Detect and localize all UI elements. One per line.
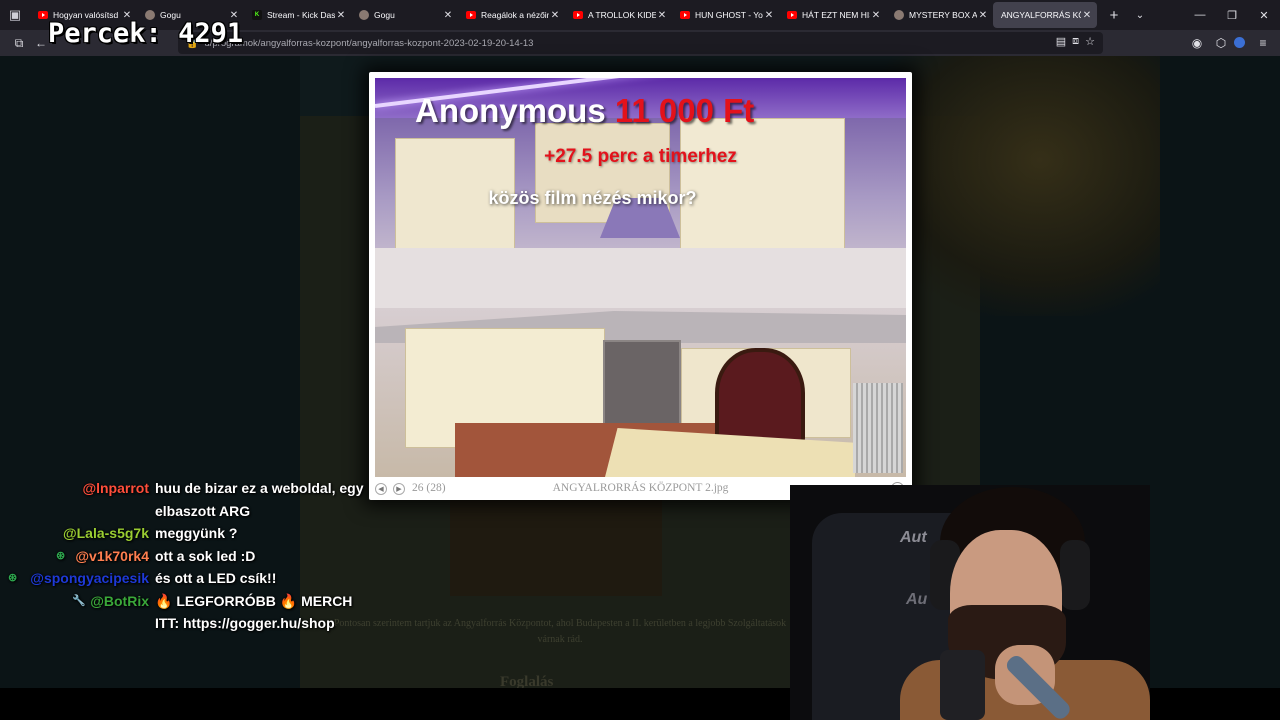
youtube-icon <box>466 11 476 19</box>
tab-title: ANGYALFORRÁS KÖZPO <box>1001 10 1081 20</box>
tab-overview-icon[interactable]: ▣ <box>0 0 30 30</box>
page-thumbnail-image[interactable] <box>450 486 662 596</box>
chat-message: @lnparrot huu de bizar ez a weboldal, egy… <box>0 477 380 522</box>
chat-message-text: ott a sok led :D <box>155 547 256 564</box>
tab-title: HUN GHOST - YouT <box>695 10 763 20</box>
close-window-button[interactable]: ✕ <box>1248 0 1280 30</box>
chat-username[interactable]: @v1k70rk4 <box>0 545 155 568</box>
tab-close-icon[interactable]: ✕ <box>870 10 882 21</box>
kick-icon: ⊛ <box>8 572 18 584</box>
tab-title: A TROLLOK KIDERÍ <box>588 10 656 20</box>
browser-tab[interactable]: Gogu ✕ <box>351 2 458 28</box>
webcam-feed: Aut Au <box>790 485 1150 720</box>
browser-tab[interactable]: ANGYALFORRÁS KÖZPO✕ <box>993 2 1097 28</box>
chair-logo-text: Aut <box>900 529 927 546</box>
minutes-value: 4291 <box>178 18 244 49</box>
tab-title: Stream - Kick Dashb <box>267 10 335 20</box>
donation-amount: 11 000 Ft <box>614 92 755 129</box>
picture-in-picture-icon[interactable]: ⧈ <box>1072 35 1079 48</box>
minimize-button[interactable]: — <box>1184 0 1216 30</box>
chat-message-text: 🔥 LEGFORRÓBB 🔥 MERCH ITT: https://gogger… <box>155 592 353 632</box>
tab-close-icon[interactable]: ✕ <box>1081 10 1093 21</box>
minutes-label: Percek: <box>48 18 162 49</box>
kick-icon: ⊛ <box>56 549 66 562</box>
browser-tab[interactable]: A TROLLOK KIDERÍ✕ <box>565 2 672 28</box>
wrench-icon: 🔧 <box>72 594 86 607</box>
tab-close-icon[interactable]: ✕ <box>763 10 775 21</box>
account-icon[interactable]: ◉ <box>1186 32 1208 54</box>
chat-username[interactable]: @lnparrot <box>0 477 155 522</box>
kick-icon: K <box>252 10 262 20</box>
chat-message: ⊛ @spongyacipesik és ott a LED csík!! <box>0 567 380 590</box>
donation-headline: Anonymous 11 000 Ft <box>415 92 754 130</box>
chat-message: ⊛ @v1k70rk4 ott a sok led :D <box>0 545 380 568</box>
youtube-icon <box>680 11 690 19</box>
extensions-icon[interactable]: ⬡ <box>1210 32 1232 54</box>
chat-message: 🔧 @BotRix 🔥 LEGFORRÓBB 🔥 MERCH ITT: https:… <box>0 590 380 635</box>
youtube-icon <box>38 11 48 19</box>
tab-close-icon[interactable]: ✕ <box>335 10 347 21</box>
lightbox-image-kitchen[interactable]: Anonymous 11 000 Ft +27.5 perc a timerhe… <box>375 78 906 477</box>
hamburger-menu-icon[interactable]: ≡ <box>1252 32 1274 54</box>
chat-message-text: huu de bizar ez a weboldal, egy elbaszot… <box>155 480 364 519</box>
restore-button[interactable]: ❐ <box>1216 0 1248 30</box>
image-lightbox: Anonymous 11 000 Ft +27.5 perc a timerhe… <box>369 72 912 500</box>
tab-title: Reagálok a nézőim <box>481 10 549 20</box>
chat-username[interactable]: @spongyacipesik <box>0 567 155 590</box>
chat-message-text: és ott a LED csík!! <box>155 570 277 586</box>
tab-close-icon[interactable]: ✕ <box>977 10 989 21</box>
tab-title: Gogu <box>374 10 395 20</box>
window-controls: — ❐ ✕ <box>1184 0 1280 30</box>
minutes-counter-overlay: Percek: 4291 <box>48 18 243 49</box>
chat-overlay: @lnparrot huu de bizar ez a weboldal, egy… <box>0 477 380 635</box>
tab-close-icon[interactable]: ✕ <box>442 10 454 21</box>
page-section-heading: Foglalás <box>500 674 554 688</box>
tab-title: HÁT EZT NEM HISZ <box>802 10 870 20</box>
sidebar-toggle-icon[interactable]: ⧉ <box>8 32 30 54</box>
tab-close-icon[interactable]: ✕ <box>656 10 668 21</box>
donation-message: közös film nézés mikor? <box>488 188 697 208</box>
browser-tab[interactable]: MYSTERY BOX Arch✕ <box>886 2 993 28</box>
microphone <box>940 650 985 720</box>
youtube-icon <box>787 11 797 19</box>
avatar-icon <box>359 10 369 20</box>
headphone-right <box>1060 540 1090 610</box>
avatar-icon <box>894 10 904 20</box>
address-bar[interactable]: 🔒 u/programok/angyalforras-kozpont/angya… <box>178 32 1103 54</box>
tab-title: MYSTERY BOX Arch <box>909 10 977 20</box>
youtube-icon <box>573 11 583 19</box>
chat-username[interactable]: @Lala-s5g7k <box>0 522 155 545</box>
page-paragraph: Pontosan szerintem tartjuk az Angyalforr… <box>333 618 787 645</box>
browser-tab[interactable]: Reagálok a nézőim ✕ <box>458 2 565 28</box>
tab-close-icon[interactable]: ✕ <box>549 10 561 21</box>
red-chair <box>715 348 805 448</box>
radiator <box>853 383 903 473</box>
tab-list-chevron-icon[interactable]: ⌄ <box>1127 10 1153 21</box>
bookmark-star-icon[interactable]: ☆ <box>1085 35 1095 48</box>
oven <box>603 340 681 428</box>
profile-avatar-icon[interactable] <box>1234 37 1245 48</box>
new-tab-button[interactable]: + <box>1101 7 1127 24</box>
browser-tab[interactable]: HÁT EZT NEM HISZ✕ <box>779 2 886 28</box>
chat-message: @Lala-s5g7k meggyünk ? <box>0 522 380 545</box>
reader-view-icon[interactable]: ▤ <box>1056 35 1066 48</box>
backsplash-tiles <box>375 248 906 308</box>
chat-message-text: meggyünk ? <box>155 525 238 541</box>
browser-tab[interactable]: K Stream - Kick Dashb✕ <box>244 2 351 28</box>
browser-tab[interactable]: HUN GHOST - YouT✕ <box>672 2 779 28</box>
url-text: u/programok/angyalforras-kozpont/angyalf… <box>204 37 534 49</box>
donor-name: Anonymous <box>415 92 606 129</box>
donation-timer-bonus: +27.5 perc a timerhez <box>544 146 737 167</box>
chair-logo-text-lower: Au <box>906 591 928 608</box>
